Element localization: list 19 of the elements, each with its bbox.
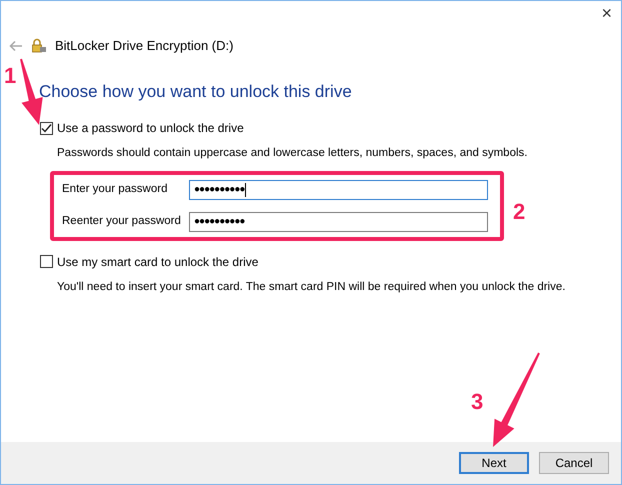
password-field[interactable]: ●●●●●●●●●●	[189, 180, 488, 200]
lock-drive-icon	[31, 38, 47, 54]
step-number: 1	[4, 62, 16, 90]
checkbox[interactable]	[40, 255, 53, 268]
close-button[interactable]: ×	[601, 4, 612, 31]
page-heading: Choose how you want to unlock this drive	[39, 81, 353, 102]
field-label: Enter your password	[62, 182, 168, 197]
cancel-button[interactable]: Cancel	[539, 452, 609, 474]
option-description: You'll need to insert your smart card. The smart card PIN will be required when you unlock the drive.	[56, 280, 566, 294]
option-label[interactable]: Use a password to unlock the drive	[57, 119, 244, 138]
option-label[interactable]: Use my smart card to unlock the drive	[57, 252, 258, 270]
option-description: Passwords should contain uppercase and lowercase letters, numbers, spaces, and symbols.	[56, 146, 528, 162]
field-label: Reenter your password	[62, 214, 182, 229]
next-button[interactable]: Next	[459, 452, 529, 474]
window-title: BitLocker Drive Encryption (D:)	[55, 37, 234, 56]
step-number: 3	[471, 388, 484, 416]
password-field[interactable]: ●●●●●●●●●●	[189, 212, 488, 232]
checkbox[interactable]	[40, 122, 53, 135]
step-number: 2	[513, 198, 526, 226]
